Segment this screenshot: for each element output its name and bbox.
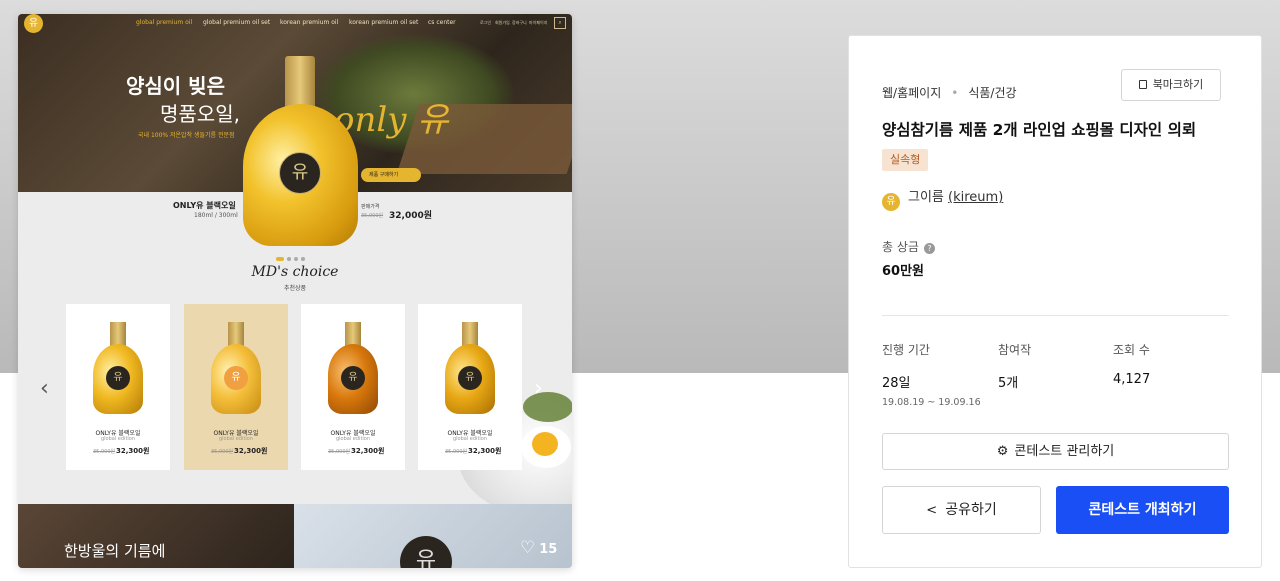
share-icon: < [926,503,938,518]
contest-type-badge: 실속형 [882,149,929,171]
breadcrumb: 웹/홈페이지 • 식품/건강 [882,84,1017,101]
divider [882,315,1229,316]
stat-entries-value: 5개 [998,376,1019,391]
hero-old-price: 35,000원 [361,213,384,219]
bibimbap-yolk [532,432,558,456]
hero-price: 32,000원 [389,211,433,221]
preview-top-nav: 유 global premium oil global premium oil … [18,14,572,34]
stat-views-label: 조회 수 [1113,343,1150,357]
carousel-dot [287,257,291,261]
prize-value: 60만원 [882,264,925,279]
product-edition: global edition [335,436,371,442]
hero-title-line2: 명품오일, [160,102,240,126]
prize-label-text: 총 상금 [882,240,919,254]
product-card: 유 ONLY유 블랙오일 global edition 35,000원 32,3… [418,304,522,470]
stat-views: 조회 수 4,127 [1113,341,1150,387]
like-count: 15 [539,542,558,557]
stat-entries: 참여작 5개 [998,341,1031,391]
preview-search-icon: ⌕ [554,17,566,29]
like-counter[interactable]: ♡ 15 [520,538,557,558]
hero-subtitle: 국내 100% 저온압착 생들기름 전문점 [138,132,235,139]
product-edition: global edition [100,436,136,442]
stat-period-dates: 19.08.19 ~ 19.09.16 [882,397,981,408]
product-card: 유 ONLY유 블랙오일 global edition 35,000원 32,3… [66,304,170,470]
product-bottle-label-icon: 유 [106,366,130,390]
product-bottle-label-icon: 유 [341,366,365,390]
stat-views-value: 4,127 [1113,372,1151,387]
product-price: 32,300원 [351,447,385,455]
product-old-price: 35,000원 [445,449,468,455]
manage-contest-button[interactable]: ⚙ 콘테스트 관리하기 [882,433,1229,470]
carousel-dot [301,257,305,261]
hero-price-label: 판매가격 [361,204,380,210]
bookmark-label: 북마크하기 [1152,78,1204,91]
product-edition: global edition [452,436,488,442]
md-choice-title: MD's choice [251,264,339,280]
product-bottle-label-icon: 유 [224,366,248,390]
breadcrumb-category[interactable]: 웹/홈페이지 [882,86,941,100]
product-old-price: 35,000원 [328,449,351,455]
author-name: 그이름 [908,190,944,205]
preview-util-link: 회원가입 [495,20,510,25]
share-button[interactable]: < 공유하기 [882,486,1041,534]
manage-contest-label: 콘테스트 관리하기 [1014,444,1115,459]
bibimbap-greens [523,392,572,422]
stat-entries-label: 참여작 [998,343,1032,357]
stat-period-label: 진행 기간 [882,343,930,357]
hero-product-name: ONLY유 블랙오일 [173,201,236,210]
preview-util-link: 로그인 [480,20,492,25]
breadcrumb-subcategory[interactable]: 식품/건강 [968,86,1016,100]
hero-bottle-image: 유 [243,56,358,246]
product-edition: global edition [218,436,254,442]
md-choice-subtitle: 추천상품 [283,285,307,292]
preview-nav-link: global premium oil [136,19,193,26]
preview-logo-icon: 유 [24,14,43,33]
product-old-price: 35,000원 [211,449,234,455]
contest-author[interactable]: 유 그이름 (kireum) [882,186,1003,211]
carousel-prev-icon: ‹ [40,376,49,401]
preview-util-link: 장바구니 [512,20,527,25]
preview-nav-link: korean premium oil [280,19,339,26]
host-contest-button[interactable]: 콘테스트 개최하기 [1056,486,1229,534]
gear-icon: ⚙ [996,444,1009,459]
carousel-dots [276,246,308,265]
stat-period-value: 28일 [882,376,911,391]
hero-cta-button: 제품 구매하기 [361,168,421,182]
author-avatar-icon: 유 [882,193,900,211]
product-price: 32,300원 [234,447,268,455]
carousel-next-icon: › [534,376,543,401]
stat-period: 진행 기간 28일 19.08.19 ~ 19.09.16 [882,341,981,408]
product-price: 32,300원 [468,447,502,455]
carousel-dot [276,257,284,261]
contest-info-card: 웹/홈페이지 • 식품/건강 북마크하기 양심참기름 제품 2개 라인업 쇼핑몰 디… [848,35,1262,568]
share-label: 공유하기 [945,502,997,518]
author-handle-link[interactable]: (kireum) [948,190,1003,205]
product-card: 유 ONLY유 블랙오일 global edition 35,000원 32,3… [184,304,288,470]
prize-label: 총 상금? [882,238,935,255]
carousel-dot [294,257,298,261]
hero-product-volume: 180ml / 300ml [194,212,238,219]
product-old-price: 35,000원 [93,449,116,455]
bookmark-button[interactable]: 북마크하기 [1121,69,1221,101]
preview-nav-link: global premium oil set [203,19,271,26]
contest-title: 양심참기름 제품 2개 라인업 쇼핑몰 디자인 의뢰 [882,121,1197,139]
product-bottle-label-icon: 유 [458,366,482,390]
help-icon[interactable]: ? [923,243,935,254]
breadcrumb-separator: • [951,86,959,100]
design-preview-image[interactable]: 유 global premium oil global premium oil … [18,14,572,568]
preview-nav-link: korean premium oil set [349,19,419,26]
preview-util-link: 마이페이지 [529,20,548,25]
bookmark-icon [1138,80,1147,89]
bottle-label-icon: 유 [279,152,321,194]
heart-outline-icon[interactable]: ♡ [520,538,535,558]
hero-title-line1: 양심이 빚은 [126,74,225,98]
bottom-banner-text: 한방울의 기름에 [64,542,166,560]
preview-nav-link: cs center [428,19,456,26]
product-card: 유 ONLY유 블랙오일 global edition 35,000원 32,3… [301,304,405,470]
product-price: 32,300원 [116,447,150,455]
